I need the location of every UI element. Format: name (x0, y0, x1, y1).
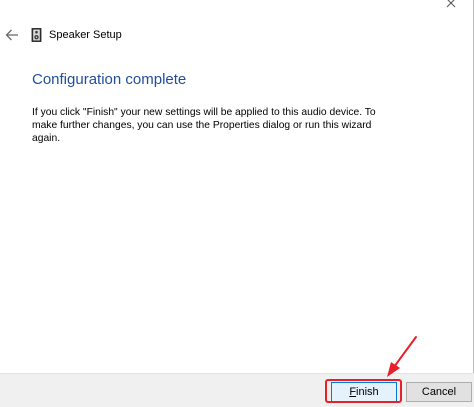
title-bar (0, 0, 460, 24)
cancel-button[interactable]: Cancel (406, 382, 472, 402)
speaker-icon (31, 28, 42, 42)
wizard-title: Speaker Setup (49, 29, 122, 41)
close-icon[interactable] (441, 0, 461, 14)
instruction-text: If you click "Finish" your new settings … (32, 107, 376, 144)
wizard-header: Speaker Setup (0, 24, 474, 48)
finish-button[interactable]: Finish (331, 382, 397, 402)
button-bar: Finish Cancel (0, 373, 474, 407)
back-button[interactable] (2, 24, 22, 46)
finish-label: inish (356, 386, 379, 398)
back-arrow-icon (5, 29, 18, 41)
page-heading: Configuration complete (32, 71, 187, 88)
speaker-setup-window: Speaker Setup Configuration complete If … (0, 0, 474, 407)
